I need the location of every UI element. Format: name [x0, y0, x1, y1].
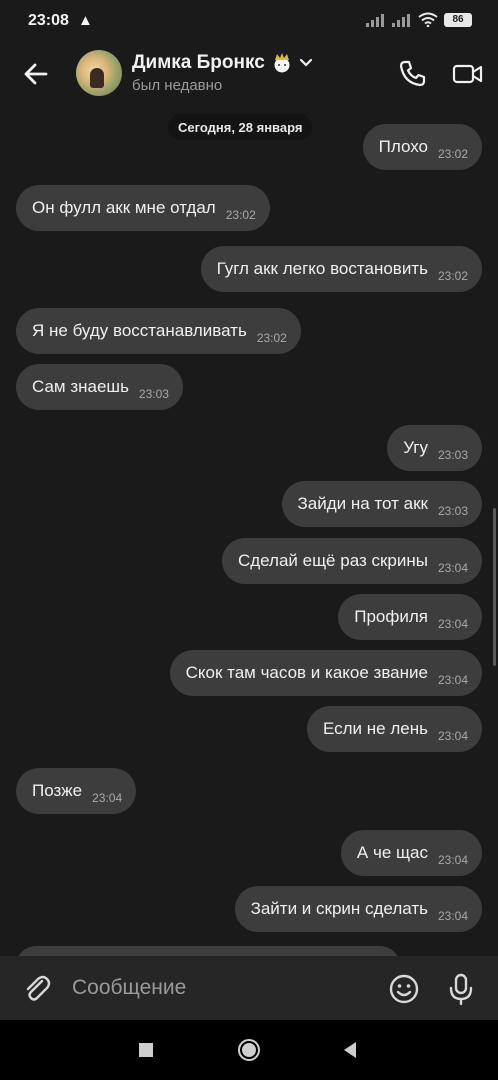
message-bubble-out[interactable]: Профиля 23:04: [338, 594, 482, 640]
message-bubble-in[interactable]: Сам знаешь 23:03: [16, 364, 183, 410]
status-time: 23:08: [28, 12, 69, 29]
microphone-icon[interactable]: [444, 972, 478, 1006]
message-bubble-out[interactable]: Гугл акк легко востановить 23:02: [200, 246, 482, 292]
signal-icon-2: [392, 13, 410, 27]
message-text: Сам знаешь: [32, 377, 129, 396]
message-time: 23:02: [437, 269, 468, 283]
message-text: Плохо: [378, 137, 428, 156]
message-bubble-out[interactable]: Плохо 23:02: [362, 124, 482, 170]
battery-icon: 86: [444, 12, 472, 27]
message-input[interactable]: Сообщение: [72, 976, 186, 1000]
message-text: Если не лень: [322, 719, 428, 738]
message-bubble-out[interactable]: Угу 23:03: [387, 425, 482, 471]
date-separator: Сегодня, 28 января: [168, 114, 313, 140]
message-text: Позже: [32, 781, 83, 800]
phone-icon[interactable]: [396, 58, 428, 90]
recent-apps-icon[interactable]: [134, 1038, 158, 1062]
contact-name: Димка Бронкс: [132, 52, 265, 73]
message-bubble-out[interactable]: Сделай ещё раз скрины 23:04: [221, 538, 482, 584]
message-text: Профиля: [354, 607, 428, 626]
video-call-icon[interactable]: [452, 58, 484, 90]
emoji-icon[interactable]: [387, 972, 421, 1006]
message-bubble-partial[interactable]: [16, 946, 400, 956]
message-text: Он фулл акк мне отдал: [32, 198, 216, 217]
scrollbar[interactable]: [493, 508, 496, 666]
crown-cat-emoji-icon: [274, 53, 290, 73]
system-nav-bar: [0, 1020, 498, 1080]
status-bar: 23:08 ▲ 86: [0, 0, 498, 44]
message-time: 23:04: [437, 853, 468, 867]
message-bubble-in[interactable]: Я не буду восстанавливать 23:02: [16, 308, 301, 354]
message-bubble-out[interactable]: Зайти и скрин сделать 23:04: [234, 886, 482, 932]
message-text: Угу: [403, 438, 428, 457]
contact-status: был недавно: [132, 77, 223, 94]
message-time: 23:02: [256, 331, 287, 345]
chevron-down-icon[interactable]: [299, 58, 313, 68]
message-time: 23:04: [437, 561, 468, 575]
message-bubble-out[interactable]: Если не лень 23:04: [306, 706, 482, 752]
message-time: 23:04: [92, 791, 123, 805]
message-text: Гугл акк легко востановить: [216, 259, 428, 278]
message-bubble-in[interactable]: Он фулл акк мне отдал 23:02: [16, 185, 270, 231]
message-time: 23:04: [437, 617, 468, 631]
back-arrow-icon[interactable]: [20, 58, 52, 90]
message-text: Сделай ещё раз скрины: [237, 551, 428, 570]
status-icons: 86: [366, 12, 472, 27]
message-list[interactable]: Сегодня, 28 января Плохо 23:02 Он фулл а…: [0, 104, 498, 956]
message-input-bar: Сообщение: [0, 956, 498, 1020]
wifi-icon: [418, 12, 438, 27]
contact-name-row[interactable]: Димка Бронкс: [132, 52, 313, 74]
message-text: Скок там часов и какое звание: [185, 663, 428, 682]
message-time: 23:04: [437, 673, 468, 687]
message-text: Я не буду восстанавливать: [32, 321, 247, 340]
message-time: 23:03: [437, 504, 468, 518]
message-time: 23:02: [437, 147, 468, 161]
message-time: 23:02: [225, 208, 256, 222]
avatar[interactable]: [76, 50, 122, 96]
message-bubble-out[interactable]: Зайди на тот акк 23:03: [281, 481, 482, 527]
chat-header: Димка Бронкс был недавно: [0, 44, 498, 104]
message-time: 23:03: [437, 448, 468, 462]
message-time: 23:04: [437, 729, 468, 743]
home-icon[interactable]: [237, 1038, 261, 1062]
attach-paperclip-icon[interactable]: [20, 972, 54, 1006]
message-time: 23:04: [437, 909, 468, 923]
message-bubble-out[interactable]: А че щас 23:04: [340, 830, 482, 876]
message-text: А че щас: [356, 843, 428, 862]
message-bubble-in[interactable]: Позже 23:04: [16, 768, 137, 814]
message-text: Зайди на тот акк: [297, 494, 428, 513]
signal-icon: [366, 13, 384, 27]
message-time: 23:03: [138, 387, 169, 401]
message-text: Зайти и скрин сделать: [250, 899, 428, 918]
back-triangle-icon[interactable]: [338, 1038, 362, 1062]
message-bubble-out[interactable]: Скок там часов и какое звание 23:04: [169, 650, 482, 696]
warning-icon: ▲: [78, 12, 93, 29]
